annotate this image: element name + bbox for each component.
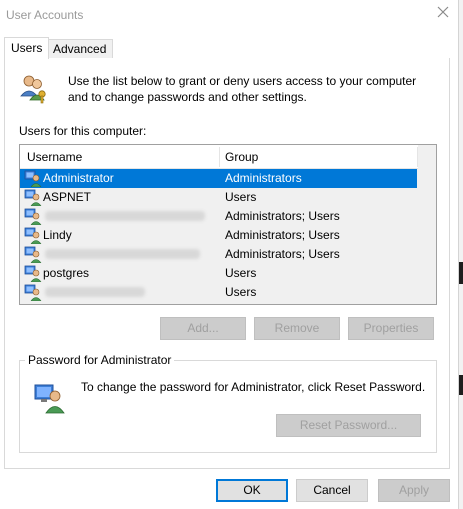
add-button[interactable]: Add... (160, 317, 246, 340)
table-row[interactable]: Users (20, 283, 417, 302)
group-cell: Users (225, 285, 257, 299)
column-username[interactable]: Username (27, 145, 82, 168)
tab-advanced[interactable]: Advanced (46, 39, 114, 58)
reset-password-button[interactable]: Reset Password... (276, 414, 421, 437)
background-window-dark-1 (459, 262, 463, 284)
table-row[interactable]: postgres Users (20, 264, 417, 283)
user-account-icon (24, 208, 42, 225)
intro-text: Use the list below to grant or deny user… (68, 74, 417, 104)
column-separator[interactable] (219, 147, 220, 167)
table-row[interactable]: Administrator Administrators (20, 169, 417, 188)
password-instructions: To change the password for Administrator… (81, 380, 426, 394)
table-row[interactable]: Administrators; Users (20, 245, 417, 264)
tab-users[interactable]: Users (4, 37, 50, 59)
apply-button[interactable]: Apply (378, 479, 450, 502)
ok-button[interactable]: OK (216, 479, 288, 502)
user-account-icon (24, 265, 42, 282)
table-row[interactable]: Administrators; Users (20, 207, 417, 226)
cancel-button[interactable]: Cancel (296, 479, 368, 502)
remove-button[interactable]: Remove (254, 317, 340, 340)
background-window-dark-2 (459, 375, 463, 395)
window-title: User Accounts (6, 8, 84, 22)
obscured-username (45, 249, 200, 259)
properties-button[interactable]: Properties (348, 317, 434, 340)
password-group-label: Password for Administrator (25, 353, 175, 367)
group-cell: Users (225, 190, 257, 204)
obscured-username (45, 287, 145, 297)
users-list[interactable]: Username Group Administrator Administrato… (19, 144, 437, 305)
user-password-icon (33, 380, 67, 414)
group-cell: Administrators; Users (225, 209, 340, 223)
username-cell: Lindy (43, 228, 72, 242)
username-cell: Administrator (43, 171, 114, 185)
password-groupbox (19, 360, 437, 453)
user-account-icon (24, 189, 42, 206)
user-account-icon (24, 284, 42, 301)
obscured-username (45, 211, 205, 221)
group-cell: Users (225, 266, 257, 280)
close-icon[interactable] (436, 5, 450, 19)
users-rows: Administrator Administrators ASPNET Users Ad… (20, 169, 418, 302)
list-header: Username Group (20, 145, 418, 169)
user-account-icon (24, 227, 42, 244)
group-cell: Administrators; Users (225, 247, 340, 261)
username-cell: postgres (43, 266, 90, 280)
group-cell: Administrators (225, 171, 302, 185)
users-for-computer-label: Users for this computer: (19, 124, 147, 138)
table-row[interactable]: Lindy Administrators; Users (20, 226, 417, 245)
table-row[interactable]: ASPNET Users (20, 188, 417, 207)
background-window-strip (459, 0, 463, 509)
column-group[interactable]: Group (225, 145, 258, 168)
scrollbar[interactable] (418, 145, 436, 304)
users-keys-icon (18, 72, 50, 104)
user-account-icon (24, 170, 42, 187)
group-cell: Administrators; Users (225, 228, 340, 242)
username-cell: ASPNET (43, 190, 92, 204)
user-account-icon (24, 246, 42, 263)
